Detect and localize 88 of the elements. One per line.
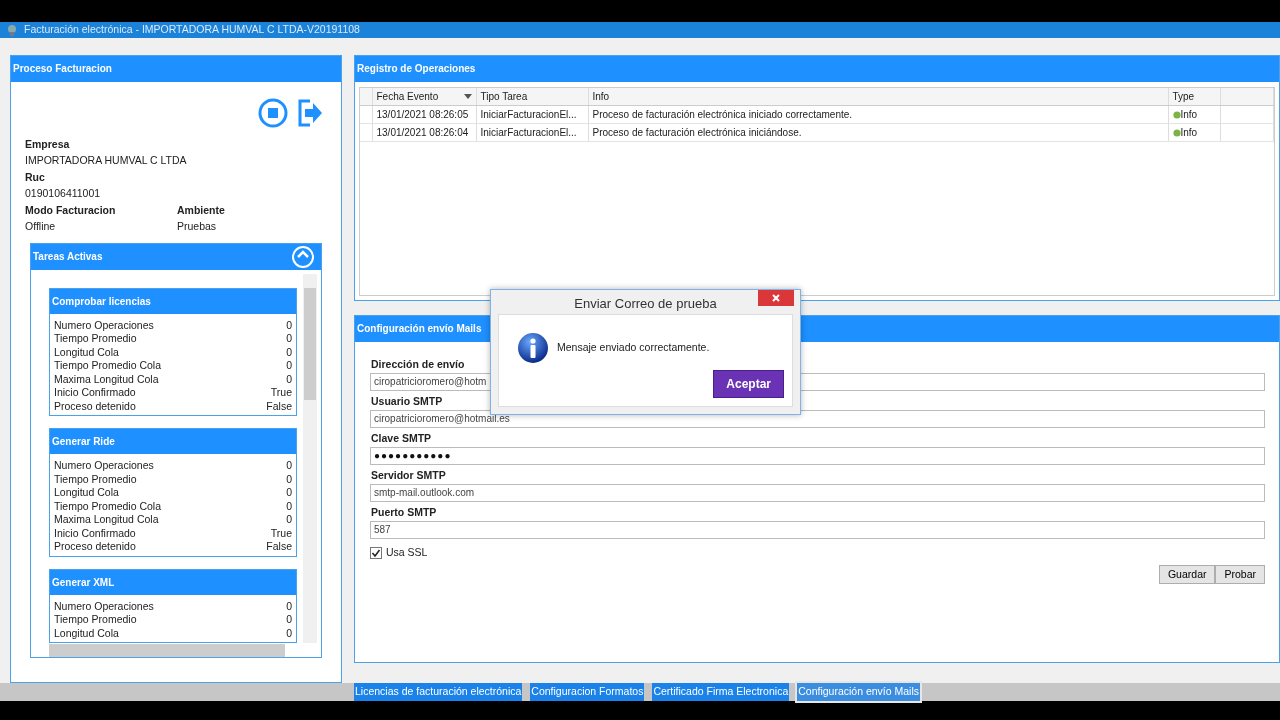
field-label: Servidor SMTP — [371, 467, 446, 482]
field-value: 0190106411001 — [25, 186, 102, 202]
stat-label: Proceso detenido — [54, 540, 136, 554]
stat-value: 0 — [286, 626, 292, 641]
column-header[interactable]: Info — [588, 87, 1168, 106]
input-field[interactable]: smtp-mail.outlook.com — [370, 483, 1265, 502]
dialog-title: Enviar Correo de prueba — [574, 295, 717, 313]
action-button[interactable]: Guardar — [1158, 564, 1216, 585]
stat-value: 0 — [286, 372, 292, 387]
stat-value: True — [270, 526, 292, 541]
stat-label: Tiempo Promedio Cola — [54, 499, 161, 514]
section-title: Tareas Activas — [33, 250, 103, 265]
stat-label: Proceso detenido — [54, 399, 136, 414]
field-label: Puerto SMTP — [371, 504, 437, 519]
stat-label: Tiempo Promedio — [54, 472, 137, 487]
stat-value: False — [266, 540, 292, 554]
stat-value: 0 — [286, 459, 292, 473]
card-header: Comprobar licencias — [50, 288, 296, 314]
stat-value: 0 — [286, 345, 292, 360]
panel-header: Proceso Facturacion — [11, 55, 341, 82]
stat-label: Tiempo Promedio — [54, 613, 137, 627]
checkbox[interactable] — [370, 546, 382, 559]
stat-label: Longitud Cola — [54, 626, 119, 641]
stat-value: 0 — [286, 472, 292, 487]
stat-label: Longitud Cola — [54, 486, 119, 500]
card-header: Generar Ride — [50, 429, 296, 455]
type-text: Info — [1180, 108, 1198, 122]
field-value: Offline — [25, 219, 57, 235]
stat-label: Tiempo Promedio — [54, 332, 137, 346]
field-label: Modo Facturacion — [25, 202, 117, 218]
stat-label: Maxima Longitud Cola — [54, 372, 159, 387]
info-icon — [517, 332, 549, 364]
exit-icon[interactable] — [296, 97, 323, 128]
stat-value: 0 — [286, 613, 292, 627]
stat-value: 0 — [286, 332, 292, 346]
field-label: Dirección de envío — [371, 356, 465, 371]
stat-value: 0 — [286, 486, 292, 500]
action-button[interactable]: Probar — [1215, 564, 1265, 585]
stat-value: 0 — [286, 599, 292, 614]
field-label: Empresa — [25, 136, 71, 152]
dialog-message: Mensaje enviado correctamente. — [557, 340, 710, 356]
column-header[interactable]: Fecha Evento — [372, 87, 476, 106]
stat-label: Numero Operaciones — [54, 318, 154, 333]
stat-label: Tiempo Promedio Cola — [54, 359, 161, 373]
close-button[interactable] — [758, 290, 794, 306]
tab[interactable]: Licencias de facturación electrónica — [354, 682, 523, 701]
password-field[interactable]: ●●●●●●●●●●● — [370, 446, 1265, 465]
vertical-scrollbar[interactable] — [303, 273, 317, 643]
table-cell: 13/01/2021 08:26:05 — [372, 105, 476, 124]
table-cell: Proceso de facturación electrónica iniciándose. — [588, 123, 1168, 142]
panel-header: Registro de Operaciones — [355, 55, 1279, 82]
stat-label: Numero Operaciones — [54, 459, 154, 473]
field-label: Usuario SMTP — [371, 393, 443, 408]
table-cell: IniciarFacturacionEl... — [476, 105, 588, 124]
tab[interactable]: Certificado Firma Electronica — [652, 682, 790, 701]
stat-value: False — [266, 399, 292, 414]
field-value: IMPORTADORA HUMVAL C LTDA — [25, 153, 188, 169]
tab[interactable]: Configuracion Formatos — [530, 682, 645, 701]
field-label: Ambiente — [177, 202, 226, 218]
bulb-icon — [6, 23, 18, 36]
stat-value: True — [270, 386, 292, 400]
column-header[interactable]: Type — [1168, 87, 1221, 106]
field-label: Clave SMTP — [371, 430, 432, 445]
stat-value: 0 — [286, 499, 292, 514]
type-text: Info — [1180, 126, 1198, 140]
stat-label: Inicio Confirmado — [54, 386, 136, 400]
card-header: Generar XML — [50, 569, 296, 595]
stop-icon[interactable] — [258, 97, 288, 128]
column-header[interactable]: Tipo Tarea — [476, 87, 588, 106]
stat-value: 0 — [286, 318, 292, 333]
field-value: Pruebas — [177, 219, 218, 235]
stat-label: Maxima Longitud Cola — [54, 513, 159, 527]
stat-label: Inicio Confirmado — [54, 526, 136, 541]
collapse-icon[interactable] — [291, 244, 315, 269]
input-field[interactable]: 587 — [370, 520, 1265, 539]
stat-label: Numero Operaciones — [54, 599, 154, 614]
close-icon — [772, 294, 780, 302]
ok-button[interactable]: Aceptar — [713, 370, 784, 398]
table-cell: Proceso de facturación electrónica iniciado correctamente. — [588, 105, 1168, 124]
table-cell: 13/01/2021 08:26:04 — [372, 123, 476, 142]
checkbox-label: Usa SSL — [386, 544, 428, 560]
table-cell: IniciarFacturacionEl... — [476, 123, 588, 142]
stat-value: 0 — [286, 359, 292, 373]
stat-label: Longitud Cola — [54, 345, 119, 360]
stat-value: 0 — [286, 513, 292, 527]
field-label: Ruc — [25, 169, 46, 185]
horizontal-scrollbar[interactable] — [49, 643, 285, 657]
window-title: Facturación electrónica - IMPORTADORA HUMVAL C LTDA-V20191108 — [24, 22, 360, 37]
